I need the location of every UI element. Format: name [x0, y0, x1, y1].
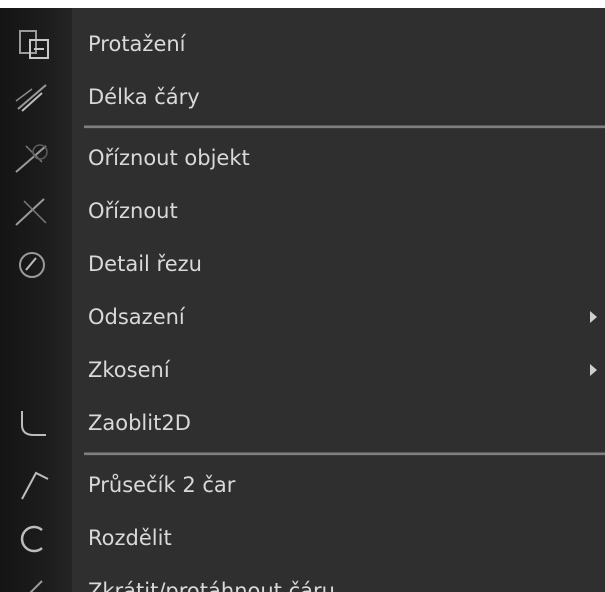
trim-object-icon — [12, 142, 52, 176]
submenu-arrow-icon — [590, 364, 597, 376]
menu-item-label: Protažení — [88, 32, 186, 56]
section-detail-icon — [12, 248, 52, 282]
menu-separator — [84, 125, 605, 129]
trim-extend-icon — [12, 575, 52, 592]
menu-item-label: Zkrátit/protáhnout čáru — [88, 579, 335, 592]
menu-item-label: Oříznout objekt — [88, 146, 250, 170]
submenu-arrow-icon — [590, 311, 597, 323]
menu-item-fillet[interactable]: Zaoblit2D — [0, 397, 605, 450]
menu-item-label: Oříznout — [88, 199, 178, 223]
menu-item-trim-extend[interactable]: Zkrátit/protáhnout čáru — [0, 565, 605, 592]
trim-icon — [12, 195, 52, 229]
break-icon — [12, 522, 52, 556]
menu-item-trim[interactable]: Oříznout — [0, 185, 605, 238]
menu-item-label: Odsazení — [88, 305, 185, 329]
intersection-icon — [12, 469, 52, 503]
menu-item-lengthen[interactable]: Délka čáry — [0, 71, 605, 124]
menu-item-break[interactable]: Rozdělit — [0, 512, 605, 565]
menu-item-section-detail[interactable]: Detail řezu — [0, 238, 605, 291]
menu-item-intersection[interactable]: Průsečík 2 čar — [0, 459, 605, 512]
lengthen-icon — [12, 81, 52, 115]
menu-item-label: Délka čáry — [88, 85, 200, 109]
menu-item-offset[interactable]: Odsazení — [0, 291, 605, 344]
menu-separator — [84, 452, 605, 456]
menu-item-trim-object[interactable]: Oříznout objekt — [0, 132, 605, 185]
menu-item-label: Detail řezu — [88, 252, 202, 276]
context-menu: Protažení Délka čáry Oříznout objekt Oří… — [0, 8, 605, 592]
menu-item-label: Zaoblit2D — [88, 411, 191, 435]
menu-item-chamfer[interactable]: Zkosení — [0, 344, 605, 397]
stretch-icon — [12, 28, 52, 62]
menu-item-label: Rozdělit — [88, 526, 172, 550]
fillet-icon — [12, 407, 52, 441]
menu-item-label: Zkosení — [88, 358, 170, 382]
menu-item-label: Průsečík 2 čar — [88, 473, 236, 497]
menu-item-stretch[interactable]: Protažení — [0, 18, 605, 71]
